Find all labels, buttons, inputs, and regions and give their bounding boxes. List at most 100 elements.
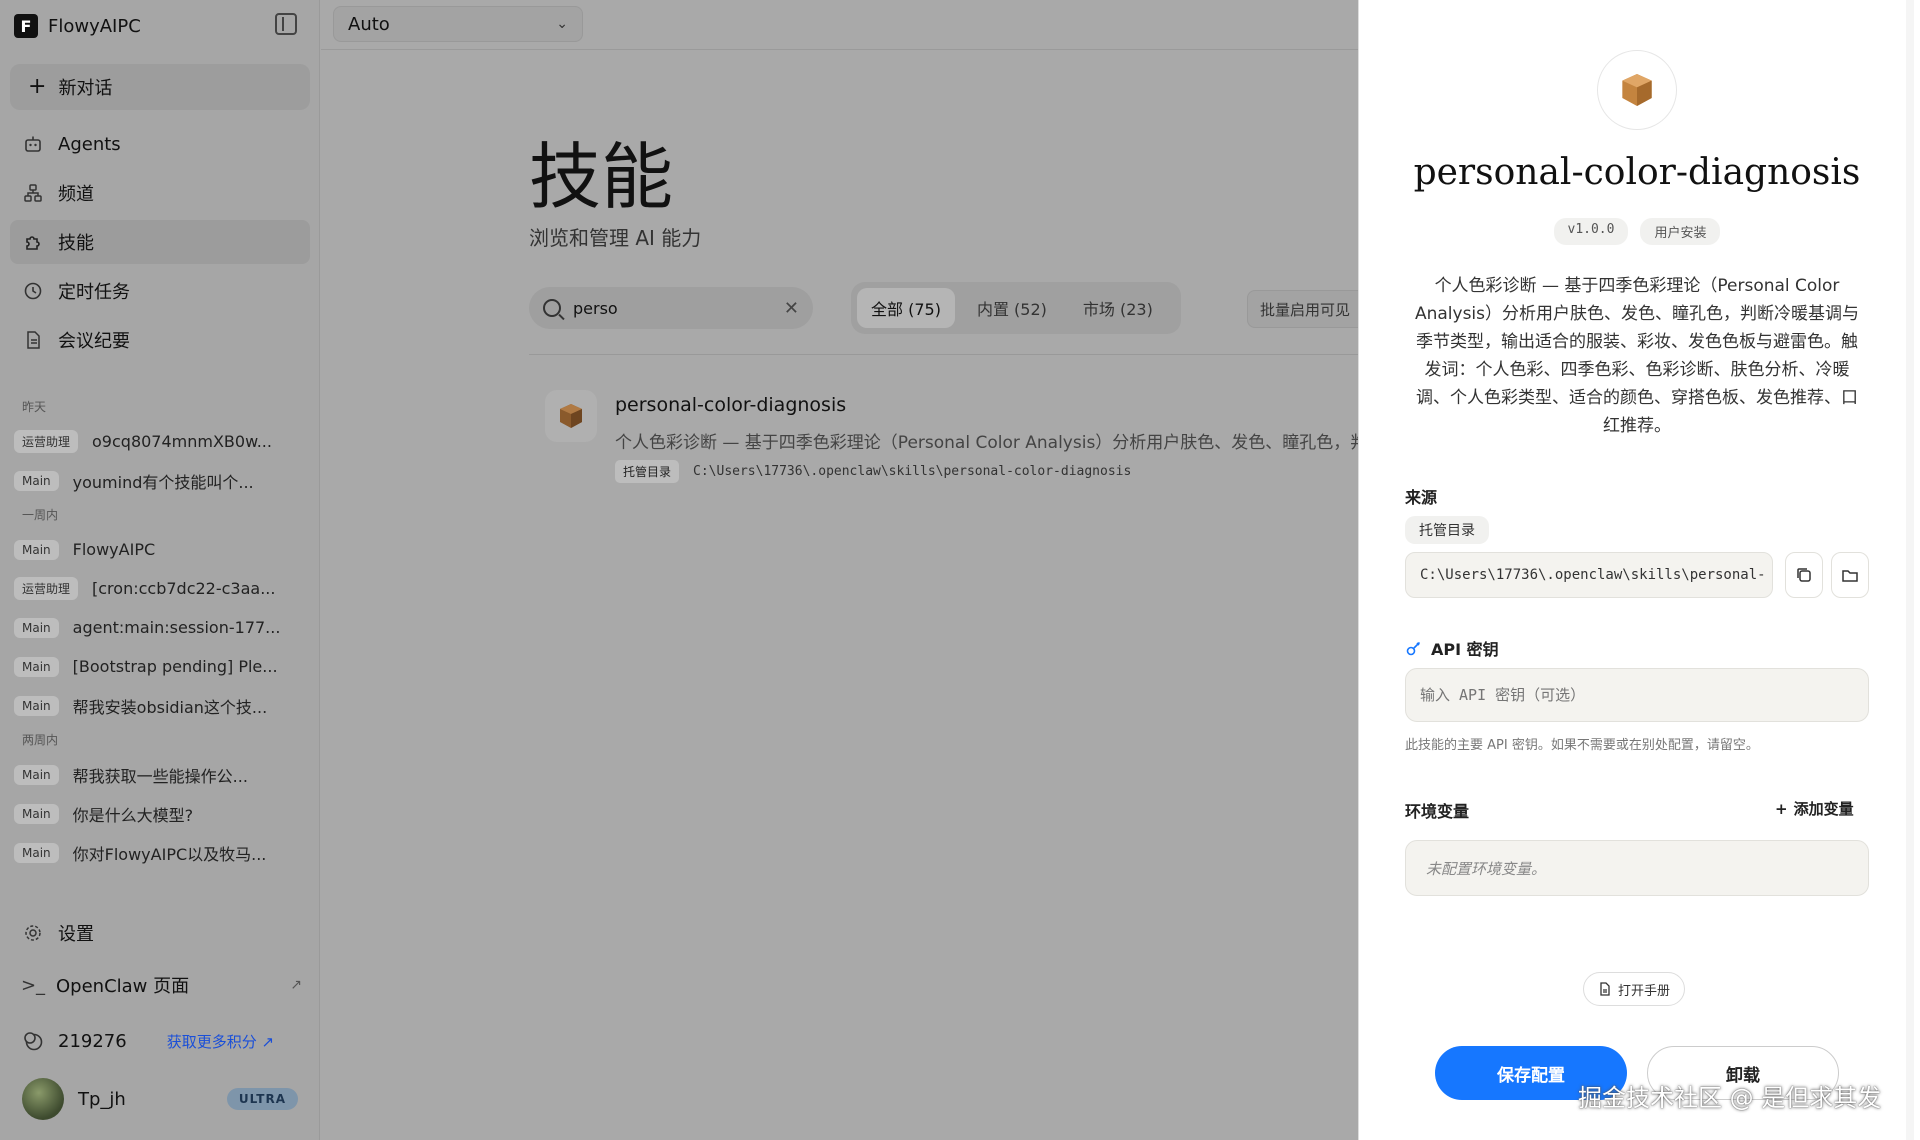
history-title: youmind有个技能叫个...	[72, 472, 254, 492]
get-more-credits-label: 获取更多积分	[166, 1032, 257, 1051]
openclaw-label: OpenClaw 页面	[56, 976, 190, 997]
history-item[interactable]: Main FlowyAIPC	[14, 530, 314, 569]
sidebar-item-label: 定时任务	[58, 282, 130, 303]
top-bar: Auto ⌄	[321, 0, 1358, 50]
skill-search[interactable]: perso ✕	[529, 287, 813, 329]
credits: 219276 获取更多积分 ↗	[22, 1030, 302, 1052]
agent-tag: Main	[14, 470, 59, 491]
document-icon	[1600, 982, 1610, 996]
clock-icon	[22, 280, 44, 302]
credits-value: 219276	[58, 1030, 127, 1052]
search-input[interactable]: perso	[573, 299, 772, 318]
history-item[interactable]: Main 你对FlowyAIPC以及牧马...	[14, 833, 314, 872]
sidebar-collapse-icon[interactable]	[275, 13, 297, 35]
history-title: 你对FlowyAIPC以及牧马...	[72, 844, 267, 864]
chat-history: 昨天 运营助理 o9cq8074mnmXB0w... Main youmind有…	[14, 392, 314, 872]
history-item[interactable]: Main youmind有个技能叫个...	[14, 461, 314, 500]
history-item[interactable]: Main 帮我安装obsidian这个技...	[14, 686, 314, 725]
env-vars-label: 环境变量	[1405, 802, 1470, 821]
robot-icon	[22, 133, 44, 155]
app-name: FlowyAIPC	[48, 15, 141, 37]
skill-meta: 托管目录 C:\Users\17736\.openclaw\skills\per…	[615, 460, 1131, 483]
sidebar-item-channels[interactable]: 频道	[10, 171, 310, 215]
open-folder-button[interactable]	[1831, 552, 1869, 598]
agent-tag: 运营助理	[14, 577, 79, 600]
skill-detail-panel: personal-color-diagnosis v1.0.0 用户安装 个人色…	[1358, 0, 1920, 1140]
history-title: o9cq8074mnmXB0w...	[92, 432, 272, 451]
avatar	[22, 1078, 64, 1120]
brand: F FlowyAIPC	[14, 12, 141, 40]
folder-icon	[1842, 570, 1858, 582]
key-icon	[1406, 641, 1421, 656]
history-title: FlowyAIPC	[72, 540, 156, 559]
source-tag: 托管目录	[1405, 516, 1489, 544]
agent-tag: Main	[14, 617, 59, 638]
history-item[interactable]: Main [Bootstrap pending] Ple...	[14, 647, 314, 686]
divider	[529, 354, 1358, 355]
gear-icon	[22, 922, 44, 944]
history-group-label: 昨天	[22, 400, 47, 414]
sidebar-item-label: 技能	[58, 233, 94, 254]
package-icon	[1597, 50, 1677, 130]
sidebar-item-label: Agents	[58, 133, 121, 155]
sidebar-item-scheduled[interactable]: 定时任务	[10, 269, 310, 313]
skill-description: 个人色彩诊断 — 基于四季色彩理论（Personal Color Analysi…	[615, 433, 1375, 453]
skill-title: personal-color-diagnosis	[1413, 152, 1861, 193]
history-item[interactable]: Main agent:main:session-177...	[14, 608, 314, 647]
user-profile[interactable]: Tp_jh ULTRA	[22, 1078, 298, 1120]
agent-tag: Main	[14, 656, 59, 677]
chevron-down-icon: ⌄	[556, 16, 568, 32]
history-item[interactable]: 运营助理 o9cq8074mnmXB0w...	[14, 422, 314, 461]
agent-tag: Main	[14, 842, 59, 863]
sidebar-item-skills[interactable]: 技能	[10, 220, 310, 264]
page-subtitle: 浏览和管理 AI 能力	[529, 226, 702, 250]
api-key-input[interactable]	[1405, 668, 1869, 722]
history-group-label: 两周内	[22, 733, 59, 747]
source-label: 来源	[1405, 488, 1438, 507]
watermark: 掘金技术社区 @ 是但求其发	[1578, 1084, 1882, 1112]
history-title: 你是什么大模型?	[72, 805, 194, 825]
history-group-label: 一周内	[22, 508, 59, 522]
clear-search-icon[interactable]: ✕	[784, 298, 799, 319]
install-type-badge: 用户安装	[1640, 218, 1721, 245]
plus-icon: +	[28, 74, 47, 99]
page-title: 技能	[529, 135, 674, 219]
tab-builtin[interactable]: 内置 (52)	[963, 288, 1061, 328]
agent-tag: 运营助理	[14, 430, 79, 453]
version-badge: v1.0.0	[1553, 218, 1629, 245]
sidebar-item-label: 频道	[58, 184, 94, 205]
copy-path-button[interactable]	[1785, 552, 1823, 598]
source-path: C:\Users\17736\.openclaw\skills\personal…	[1405, 552, 1773, 598]
settings-button[interactable]: 设置	[22, 920, 94, 946]
get-more-credits-link[interactable]: 获取更多积分 ↗	[167, 1031, 274, 1052]
tab-market[interactable]: 市场 (23)	[1069, 288, 1167, 328]
add-variable-button[interactable]: + 添加变量	[1775, 798, 1854, 819]
new-chat-button[interactable]: + 新对话	[10, 64, 310, 110]
open-manual-button[interactable]: 打开手册	[1583, 972, 1686, 1006]
note-icon	[22, 329, 44, 351]
history-title: 帮我获取一些能操作公...	[72, 766, 248, 786]
agent-tag: Main	[14, 764, 59, 785]
sidebar-item-meetings[interactable]: 会议纪要	[10, 318, 310, 362]
tab-all[interactable]: 全部 (75)	[857, 288, 955, 328]
skill-filter-tabs: 全部 (75) 内置 (52) 市场 (23)	[851, 282, 1181, 334]
agent-tag: Main	[14, 803, 59, 824]
plus-icon: +	[1775, 799, 1788, 818]
package-icon	[545, 390, 597, 442]
history-item[interactable]: 运营助理 [cron:ccb7dc22-c3aa...	[14, 569, 314, 608]
agent-tag: Main	[14, 539, 59, 560]
openclaw-page-link[interactable]: >_ OpenClaw 页面 ↗	[21, 972, 302, 998]
history-title: 帮我安装obsidian这个技...	[72, 697, 268, 717]
skill-description: 个人色彩诊断 — 基于四季色彩理论（Personal Color Analysi…	[1414, 276, 1860, 436]
sidebar-item-agents[interactable]: Agents	[10, 122, 310, 166]
history-item[interactable]: Main 帮我获取一些能操作公...	[14, 755, 314, 794]
sidebar-item-label: 会议纪要	[58, 331, 130, 352]
skill-path: C:\Users\17736\.openclaw\skills\personal…	[693, 464, 1132, 479]
model-select[interactable]: Auto ⌄	[333, 6, 583, 42]
source-tag: 托管目录	[615, 460, 680, 483]
main-content: Auto ⌄ 技能 浏览和管理 AI 能力 perso ✕ 全部 (75) 内置…	[321, 0, 1377, 1140]
copy-icon	[1797, 568, 1811, 582]
env-vars-empty: 未配置环境变量。	[1405, 840, 1869, 896]
history-item[interactable]: Main 你是什么大模型?	[14, 794, 314, 833]
add-variable-label: 添加变量	[1793, 800, 1854, 818]
